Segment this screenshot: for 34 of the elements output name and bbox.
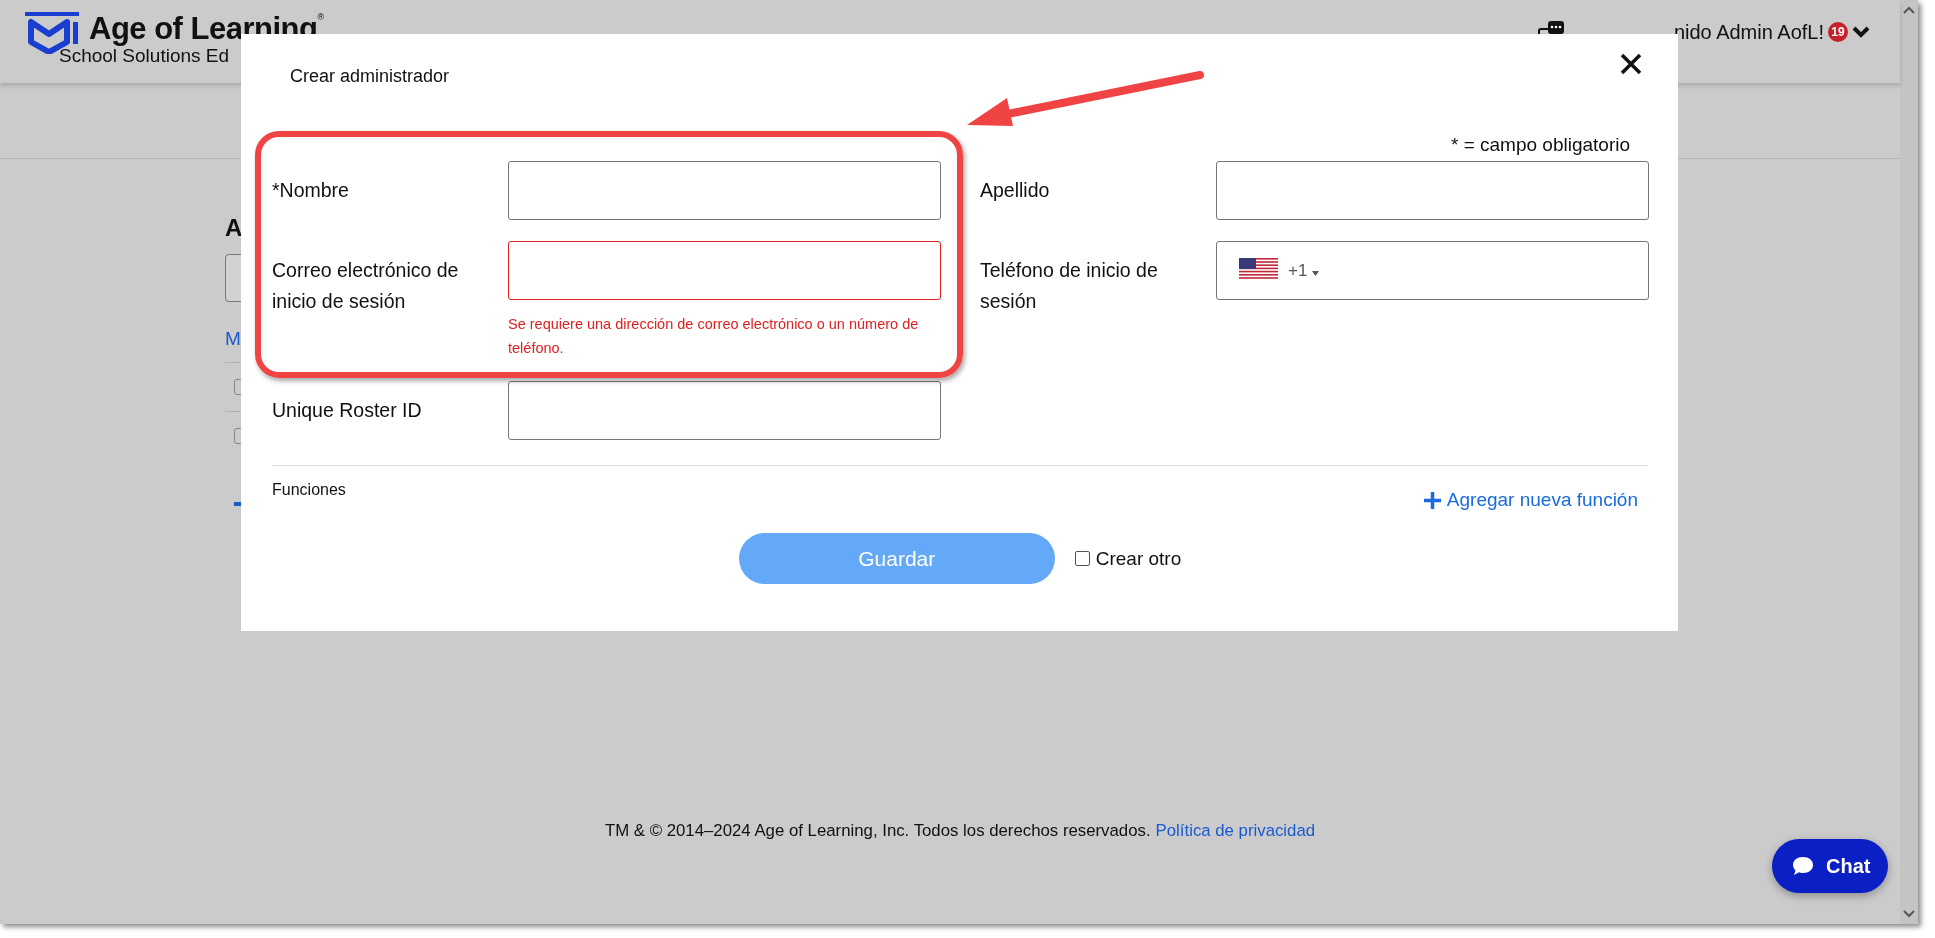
chat-button[interactable]: Chat <box>1772 839 1889 893</box>
create-another-checkbox[interactable]: Crear otro <box>1074 547 1182 570</box>
field-label: Apellido <box>980 178 1051 203</box>
notification-badge: 19 <box>1828 22 1848 42</box>
add-role-link[interactable]: Agregar nueva función <box>1423 489 1638 511</box>
required-note: * = campo obligatorio <box>1450 134 1630 156</box>
scroll-up-icon[interactable] <box>1903 6 1915 14</box>
error-message: Se requiere una dirección de correo electrónico o un número de teléfono. <box>508 315 920 358</box>
trademark-mark: ® <box>317 12 325 22</box>
page-link[interactable]: M <box>225 328 241 350</box>
privacy-link[interactable]: Política de privacidad <box>1155 821 1316 841</box>
plus-icon <box>1423 491 1441 509</box>
phone-field[interactable]: +1 <box>1216 241 1649 300</box>
section-label: Funciones <box>272 481 346 499</box>
text-field[interactable] <box>1216 161 1649 220</box>
close-button[interactable] <box>1620 53 1642 75</box>
logo-subtitle: School Solutions Ed <box>59 46 231 66</box>
dialog-title: Crear administrador <box>290 66 450 87</box>
page-heading: A <box>225 214 243 242</box>
field-label: Correo electrónico de inicio de sesión <box>272 258 460 314</box>
scroll-down-icon[interactable] <box>1903 910 1915 918</box>
field-label: Unique Roster ID <box>272 398 423 423</box>
speech-bubble-icon <box>1792 856 1814 876</box>
copyright-text: TM & © 2014–2024 Age of Learning, Inc. Todos los derechos reservados. <box>604 821 1151 841</box>
chevron-down-icon[interactable] <box>1852 26 1870 38</box>
caret-icon[interactable] <box>1312 270 1320 276</box>
text-field[interactable] <box>508 381 941 440</box>
scrollbar[interactable] <box>1900 0 1918 924</box>
flag-icon <box>1239 257 1278 280</box>
text-field[interactable] <box>508 241 941 300</box>
dial-code[interactable]: +1 <box>1288 260 1308 281</box>
field-label: *Nombre <box>272 178 350 203</box>
text-field[interactable] <box>508 161 941 220</box>
field-label: Teléfono de inicio de sesión <box>980 258 1159 314</box>
